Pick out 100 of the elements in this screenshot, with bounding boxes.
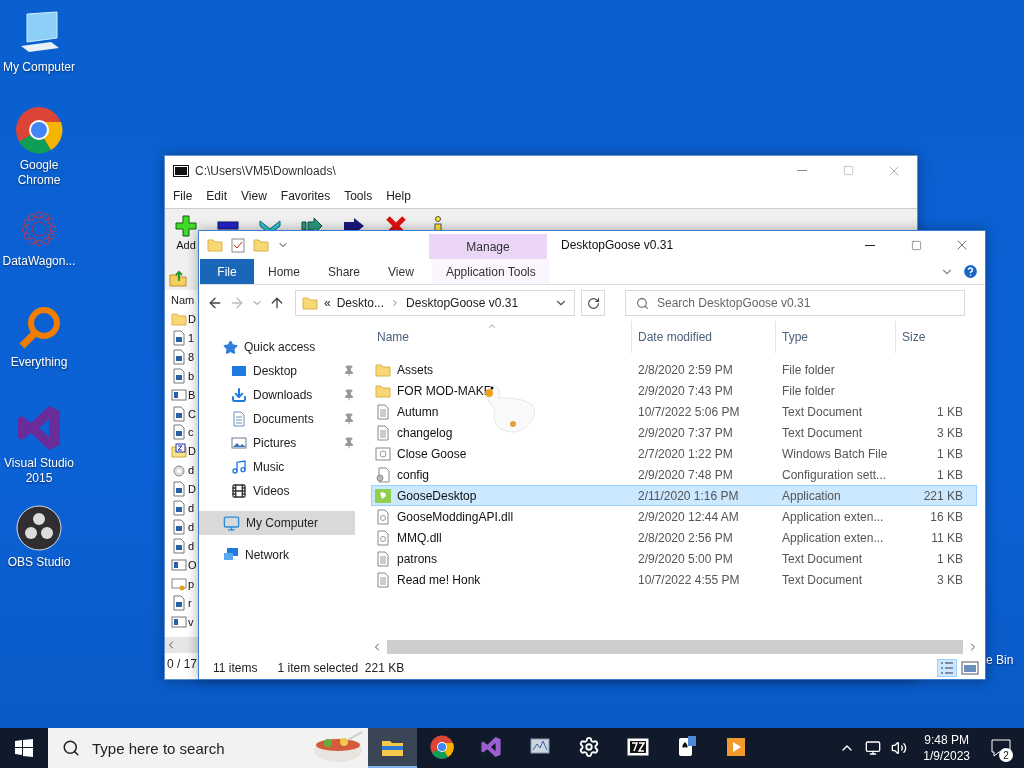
network-icon[interactable] xyxy=(865,740,882,756)
up-icon[interactable] xyxy=(269,295,285,311)
date-cell-text: 2/9/2020 5:00 PM xyxy=(637,551,734,566)
ribbon-tab[interactable]: Home xyxy=(254,259,314,284)
nav-item[interactable]: Music xyxy=(199,455,361,479)
breadcrumb[interactable]: Deskto... xyxy=(336,296,385,310)
size-cell-text: 221 KB xyxy=(922,488,964,503)
list-entry[interactable]: d xyxy=(188,502,195,515)
file-row[interactable]: GooseModdingAPI.dll 2/9/2020 12:44 AM Application exten... 16 KB xyxy=(371,506,977,527)
list-entry[interactable]: r xyxy=(188,596,192,609)
scrollbar-thumb[interactable] xyxy=(387,640,963,654)
list-entry[interactable]: D xyxy=(188,483,196,496)
file-row[interactable]: Read me! Honk 10/7/2022 4:55 PM Text Document 3 KB xyxy=(371,569,977,590)
ribbon-tab[interactable]: Application Tools xyxy=(431,259,550,284)
column-header[interactable]: Type xyxy=(775,321,895,353)
desktop-icon-label[interactable]: OBS Studio xyxy=(7,555,71,570)
list-entry[interactable]: 1 xyxy=(188,331,195,344)
ribbon-tab[interactable]: Share xyxy=(314,259,375,284)
taskbar-search-field[interactable]: Type here to search xyxy=(48,728,368,768)
column-header[interactable]: Date modified xyxy=(631,321,775,353)
nav-item[interactable]: Network xyxy=(199,543,361,567)
desktop-icon-label[interactable]: Visual Studio 2015 xyxy=(0,456,78,486)
desktop-icon-label[interactable]: My Computer xyxy=(3,60,75,75)
desktop-icon-label[interactable]: Google Chrome xyxy=(0,158,78,188)
list-entry[interactable]: v xyxy=(188,615,194,628)
nav-item[interactable]: My Computer xyxy=(199,511,355,535)
size-cell-text: 1 KB xyxy=(936,446,964,461)
list-entry[interactable]: D xyxy=(188,312,196,325)
ribbon-context-tab[interactable]: Manage xyxy=(429,234,547,259)
document-icon xyxy=(375,403,391,420)
help-icon[interactable] xyxy=(962,263,979,280)
nav-item[interactable]: Pictures xyxy=(199,431,361,455)
column-header[interactable]: Name xyxy=(371,321,631,353)
file-row[interactable]: config 2/9/2020 7:48 PM Configuration sett... 1 KB xyxy=(371,464,977,485)
thumbnail-view-icon[interactable] xyxy=(961,659,979,677)
list-entry[interactable]: O xyxy=(188,558,197,571)
overflow-chevron[interactable]: « xyxy=(324,296,331,310)
list-entry[interactable]: B xyxy=(188,388,196,401)
clock[interactable]: 9:48 PM 1/9/2023 xyxy=(917,732,976,764)
ribbon-tab[interactable]: File xyxy=(200,259,254,284)
file-name: Assets xyxy=(397,362,433,377)
image-file-icon xyxy=(171,367,187,384)
desktop-icon-label[interactable]: DataWagon... xyxy=(2,254,76,269)
list-entry[interactable]: p xyxy=(188,577,195,590)
nav-item[interactable]: Documents xyxy=(199,407,361,431)
file-row[interactable]: MMQ.dll 2/8/2020 2:56 PM Application exten... 11 KB xyxy=(371,527,977,548)
document-icon xyxy=(231,411,247,427)
notification-button[interactable]: 2 xyxy=(986,728,1016,768)
window-file-icon xyxy=(171,613,187,630)
list-entry[interactable]: c xyxy=(188,426,194,439)
file-row[interactable]: Close Goose 2/7/2020 1:22 PM Windows Batch File 1 KB xyxy=(371,443,977,464)
list-entry[interactable]: d xyxy=(188,521,195,534)
refresh-button[interactable] xyxy=(581,290,605,316)
list-entry[interactable]: C xyxy=(188,407,196,420)
desktop-icon-label[interactable]: e Bin xyxy=(986,653,1014,667)
nav-item[interactable]: Quick access xyxy=(199,335,361,359)
ribbon-tab[interactable]: View xyxy=(374,259,428,284)
list-entry[interactable]: d xyxy=(188,540,195,552)
network-icon xyxy=(223,547,239,563)
list-entry[interactable]: D xyxy=(188,445,196,458)
desktop-icon-label[interactable]: Everything xyxy=(10,355,68,370)
batch-file-icon xyxy=(375,445,391,462)
menu-item[interactable]: Tools xyxy=(344,188,373,205)
file-row[interactable]: changelog 2/9/2020 7:37 PM Text Document 3 KB xyxy=(371,422,977,443)
nav-item[interactable]: Desktop xyxy=(199,359,361,383)
breadcrumb[interactable]: DesktopGoose v0.31 xyxy=(406,296,519,310)
image-file-icon xyxy=(171,519,187,536)
menu-item[interactable]: File xyxy=(173,188,193,205)
address-bar[interactable]: « Deskto... DesktopGoose v0.31 xyxy=(295,290,575,316)
search-icon xyxy=(62,739,80,757)
details-view-icon[interactable] xyxy=(937,659,957,677)
file-row[interactable]: GooseDesktop 2/11/2020 1:16 PM Application 221 KB xyxy=(371,485,977,506)
type-cell-text: Text Document xyxy=(781,425,864,440)
column-header[interactable]: Size xyxy=(895,321,969,353)
list-entry[interactable]: d xyxy=(188,464,195,477)
back-icon[interactable] xyxy=(207,295,223,311)
window-file-icon xyxy=(171,386,187,403)
column-header[interactable]: Nam xyxy=(165,290,195,310)
file-row[interactable]: Assets 2/8/2020 2:59 PM File folder xyxy=(371,359,977,380)
menu-item[interactable]: Edit xyxy=(206,188,228,205)
menu-item[interactable]: View xyxy=(241,188,267,205)
properties-icon[interactable] xyxy=(231,237,245,253)
taskbar-app-button[interactable] xyxy=(368,728,417,768)
menu-item[interactable]: Help xyxy=(386,188,411,205)
image-file-icon xyxy=(171,405,187,422)
minimize-icon xyxy=(797,170,807,172)
search-field[interactable]: Search DesktopGoose v0.31 xyxy=(625,290,965,316)
settings-icon xyxy=(577,736,600,758)
list-entry[interactable]: b xyxy=(188,369,195,382)
nav-item[interactable]: Downloads xyxy=(199,383,361,407)
nav-item[interactable]: Videos xyxy=(199,479,361,503)
folder-icon xyxy=(375,361,391,378)
list-entry[interactable]: 8 xyxy=(188,350,195,363)
volume-icon[interactable] xyxy=(891,740,908,756)
desktop-icon xyxy=(231,363,247,379)
file-row[interactable]: patrons 2/9/2020 5:00 PM Text Document 1 KB xyxy=(371,548,977,569)
image-file-icon xyxy=(171,424,187,441)
menu-item[interactable]: Favorites xyxy=(280,188,331,205)
toolbar-label[interactable]: Add xyxy=(176,238,196,251)
file-row[interactable]: Autumn 10/7/2022 5:06 PM Text Document 1 KB xyxy=(371,401,977,422)
